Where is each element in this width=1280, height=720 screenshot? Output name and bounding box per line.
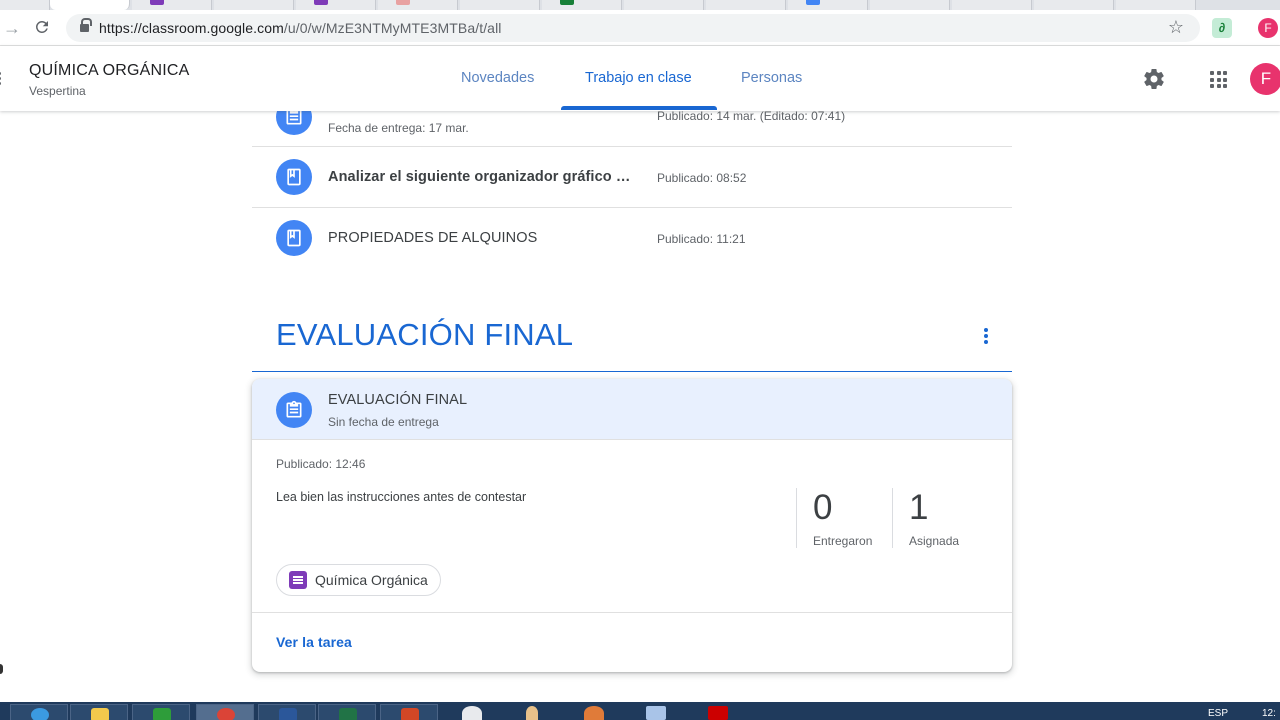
avatar[interactable]: F bbox=[1250, 63, 1280, 95]
browser-toolbar: → https://classroom.google.com/u/0/w/MzE… bbox=[0, 10, 1280, 46]
classwork-list: Fecha de entrega: 17 mar. Publicado: 14 … bbox=[252, 111, 1012, 269]
view-assignment-link[interactable]: Ver la tarea bbox=[276, 634, 352, 650]
browser-tab[interactable] bbox=[870, 0, 950, 10]
stat-label: Entregaron bbox=[813, 534, 873, 548]
app-icon[interactable] bbox=[462, 706, 482, 720]
forward-icon[interactable]: → bbox=[2, 18, 22, 38]
assignment-icon bbox=[276, 392, 312, 428]
extension-icon[interactable]: ∂ bbox=[1212, 18, 1232, 38]
browser-tab[interactable] bbox=[1116, 0, 1196, 10]
stat-value: 0 bbox=[813, 488, 833, 527]
app-icon[interactable] bbox=[646, 706, 666, 720]
apps-grid-icon[interactable] bbox=[1210, 71, 1227, 88]
chrome-icon[interactable] bbox=[196, 704, 254, 720]
url-text[interactable]: https://classroom.google.com/u/0/w/MzE3N… bbox=[99, 20, 502, 36]
address-bar[interactable]: https://classroom.google.com/u/0/w/MzE3N… bbox=[66, 14, 1200, 42]
reload-icon[interactable] bbox=[32, 18, 52, 38]
attachment-label: Química Orgánica bbox=[315, 572, 428, 588]
stat-label: Asignada bbox=[909, 534, 960, 548]
item-published-date: Publicado: 14 mar. (Editado: 07:41) bbox=[657, 111, 846, 123]
more-vert-icon[interactable] bbox=[984, 328, 988, 344]
stat-assigned[interactable]: 1 Asignada bbox=[892, 488, 959, 548]
browser-tab[interactable] bbox=[378, 0, 458, 10]
assignment-title: EVALUACIÓN FINAL bbox=[328, 392, 468, 408]
app-icon[interactable] bbox=[584, 706, 604, 720]
divider bbox=[252, 612, 1012, 613]
language-indicator[interactable]: ESP bbox=[1208, 708, 1228, 719]
assignment-card-header[interactable]: EVALUACIÓN FINAL Sin fecha de entrega bbox=[252, 379, 1012, 440]
classwork-item[interactable]: Fecha de entrega: 17 mar. Publicado: 14 … bbox=[252, 111, 1012, 147]
item-title: PROPIEDADES DE ALQUINOS bbox=[328, 230, 538, 246]
store-icon[interactable] bbox=[132, 704, 190, 720]
tab-trabajo-en-clase[interactable]: Trabajo en clase bbox=[585, 70, 692, 86]
main-menu-icon[interactable] bbox=[0, 72, 1, 86]
forms-icon bbox=[289, 571, 307, 589]
attachment-chip[interactable]: Química Orgánica bbox=[276, 564, 441, 596]
tab-novedades[interactable]: Novedades bbox=[461, 70, 534, 86]
browser-tab[interactable] bbox=[624, 0, 704, 10]
bookmark-star-icon[interactable]: ☆ bbox=[1168, 17, 1184, 38]
browser-tab-active[interactable] bbox=[50, 0, 130, 10]
item-published-date: Publicado: 11:21 bbox=[657, 232, 746, 246]
browser-tab[interactable] bbox=[952, 0, 1032, 10]
item-published-date: Publicado: 08:52 bbox=[657, 171, 747, 185]
excel-icon[interactable] bbox=[318, 704, 376, 720]
gear-icon[interactable] bbox=[1142, 67, 1166, 91]
browser-tab[interactable] bbox=[460, 0, 540, 10]
browser-tab[interactable] bbox=[1034, 0, 1114, 10]
assignment-published: Publicado: 12:46 bbox=[276, 457, 366, 471]
assignment-icon bbox=[276, 111, 312, 135]
app-icon[interactable] bbox=[708, 706, 728, 720]
word-icon[interactable] bbox=[258, 704, 316, 720]
url-host: https://classroom.google.com bbox=[99, 20, 284, 36]
tab-personas[interactable]: Personas bbox=[741, 70, 802, 86]
browser-tab[interactable] bbox=[214, 0, 294, 10]
classwork-item[interactable]: PROPIEDADES DE ALQUINOS Publicado: 11:21 bbox=[252, 208, 1012, 269]
stat-value: 1 bbox=[909, 488, 929, 527]
active-tab-indicator bbox=[561, 106, 717, 110]
browser-tab[interactable] bbox=[542, 0, 622, 10]
browser-tab-strip bbox=[0, 0, 1280, 10]
browser-tab[interactable] bbox=[788, 0, 868, 10]
browser-profile-avatar[interactable]: F bbox=[1258, 18, 1278, 38]
browser-tab[interactable] bbox=[706, 0, 786, 10]
material-icon bbox=[276, 220, 312, 256]
clock[interactable]: 12: bbox=[1262, 708, 1276, 719]
browser-tab[interactable] bbox=[132, 0, 212, 10]
item-due-date: Fecha de entrega: 17 mar. bbox=[328, 121, 469, 135]
browser-tab[interactable] bbox=[0, 0, 50, 10]
file-explorer-icon[interactable] bbox=[70, 704, 128, 720]
powerpoint-icon[interactable] bbox=[380, 704, 438, 720]
assignment-card: EVALUACIÓN FINAL Sin fecha de entrega Pu… bbox=[252, 379, 1012, 672]
classroom-header: QUÍMICA ORGÁNICA Vespertina Novedades Tr… bbox=[0, 46, 1280, 111]
topic-title: EVALUACIÓN FINAL bbox=[276, 317, 574, 352]
topic-header: EVALUACIÓN FINAL bbox=[252, 300, 1012, 372]
class-title[interactable]: QUÍMICA ORGÁNICA bbox=[29, 62, 190, 80]
lock-icon bbox=[80, 18, 92, 33]
internet-explorer-icon[interactable] bbox=[10, 704, 68, 720]
material-icon bbox=[276, 159, 312, 195]
os-taskbar: ESP 12: bbox=[0, 702, 1280, 720]
edge-handle bbox=[0, 664, 3, 674]
classwork-item[interactable]: Analizar el siguiente organizador gráfic… bbox=[252, 147, 1012, 208]
item-title: Analizar el siguiente organizador gráfic… bbox=[328, 169, 638, 185]
url-path: /u/0/w/MzE3NTMyMTE3MTBa/t/all bbox=[283, 20, 502, 36]
stat-turned-in[interactable]: 0 Entregaron bbox=[796, 488, 872, 548]
assignment-due: Sin fecha de entrega bbox=[328, 415, 439, 429]
assignment-description: Lea bien las instrucciones antes de cont… bbox=[276, 490, 527, 504]
browser-tab[interactable] bbox=[296, 0, 376, 10]
class-section: Vespertina bbox=[29, 84, 86, 98]
app-icon[interactable] bbox=[526, 706, 538, 720]
